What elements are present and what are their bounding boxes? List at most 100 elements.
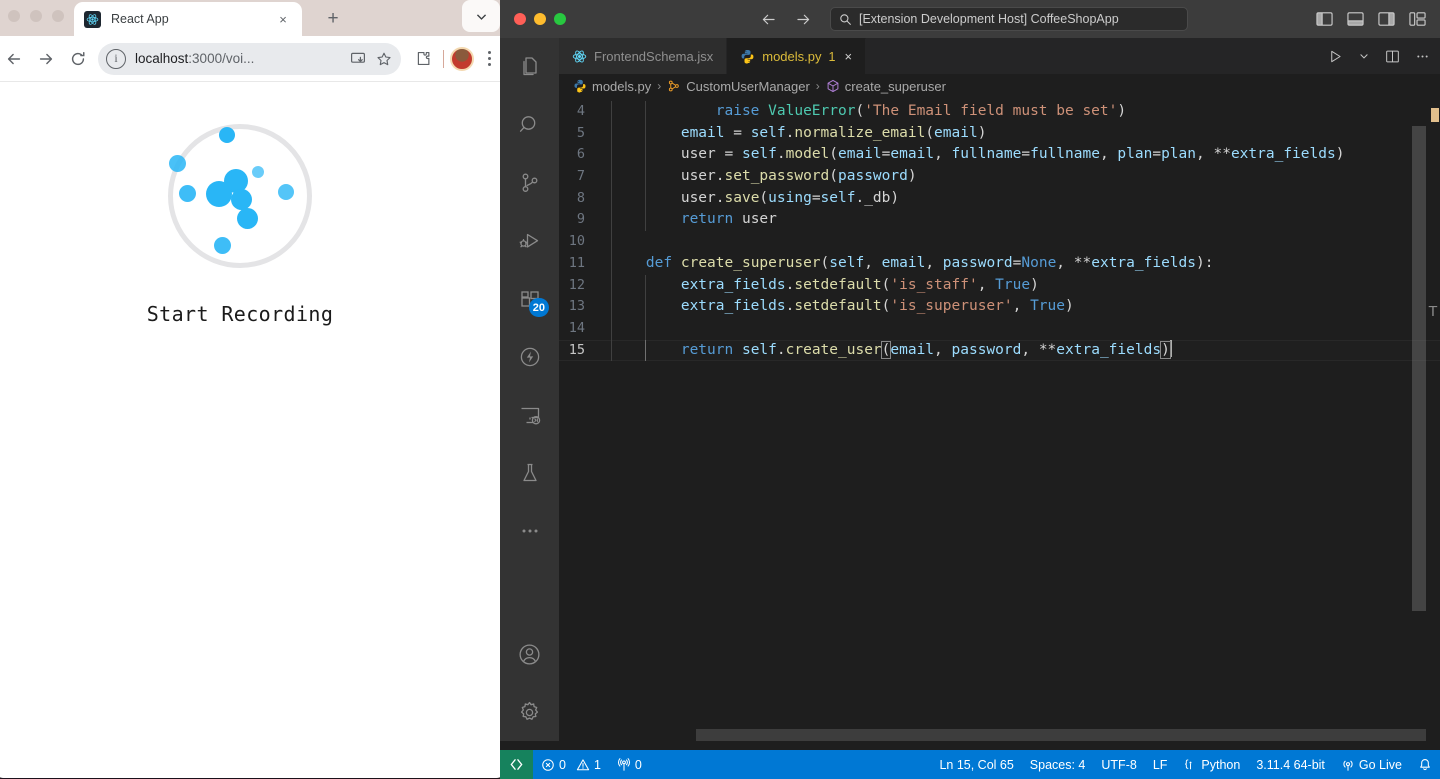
status-notifications[interactable] — [1410, 750, 1440, 779]
code-line[interactable]: 13 extra_fields.setdefault('is_superuser… — [559, 296, 1440, 318]
code-token: ValueError — [768, 103, 856, 119]
close-icon[interactable]: × — [274, 10, 292, 28]
account-icon — [517, 642, 542, 667]
sidebar-item-search[interactable] — [500, 96, 559, 154]
code-token: self — [820, 189, 856, 206]
command-center-search[interactable]: [Extension Development Host] CoffeeShopA… — [830, 7, 1188, 31]
back-icon[interactable] — [0, 43, 30, 75]
browser-minimize-button[interactable] — [30, 10, 42, 22]
code-line[interactable]: 9 return user — [559, 209, 1440, 232]
editor-viewport[interactable]: 4 raise ValueError('The Email field must… — [559, 98, 1440, 741]
code-line-text: def create_superuser(self, email, passwo… — [611, 252, 1440, 275]
install-app-icon[interactable] — [345, 46, 371, 72]
code-token: self — [741, 146, 777, 163]
avatar[interactable] — [450, 46, 474, 71]
breadcrumb-item[interactable]: models.py — [573, 79, 651, 94]
status-language-mode[interactable]: Python — [1175, 750, 1248, 779]
warning-marker[interactable] — [1431, 108, 1439, 122]
toggle-secondary-sidebar-icon[interactable] — [1378, 11, 1395, 27]
vscode-minimize-button[interactable] — [534, 13, 546, 25]
sidebar-item-accounts[interactable] — [500, 625, 559, 683]
split-editor-icon[interactable] — [1385, 49, 1400, 64]
code-line[interactable]: 10 — [559, 231, 1440, 253]
star-icon[interactable] — [371, 46, 397, 72]
code-token: . — [715, 168, 725, 185]
horizontal-scrollbar[interactable] — [696, 729, 1426, 741]
toggle-primary-sidebar-icon[interactable] — [1316, 11, 1333, 27]
browser-tab-react-app[interactable]: React App × — [74, 2, 302, 36]
toggle-panel-icon[interactable] — [1347, 11, 1364, 27]
code-token: . — [715, 189, 725, 206]
browser-maximize-button[interactable] — [52, 10, 64, 22]
sidebar-item-extensions[interactable]: 20 — [500, 270, 559, 328]
code-token: ) — [1117, 103, 1127, 119]
code-token: True — [1030, 298, 1065, 315]
arrow-right-icon[interactable] — [795, 11, 812, 28]
forward-icon[interactable] — [30, 43, 62, 75]
reload-icon[interactable] — [62, 43, 94, 75]
editor-tab[interactable]: models.py 1 × — [727, 38, 867, 74]
sidebar-item-more-views[interactable] — [500, 502, 559, 560]
new-tab-button[interactable]: + — [320, 6, 346, 32]
sidebar-item-source-control[interactable] — [500, 154, 559, 212]
sidebar-item-run-and-debug[interactable] — [500, 212, 559, 270]
code-line[interactable]: 8 user.save(using=self._db) — [559, 187, 1440, 210]
language-label: Python — [1201, 757, 1241, 772]
tab-search-button[interactable] — [462, 0, 500, 32]
code-line[interactable]: 11 def create_superuser(self, email, pas… — [559, 252, 1440, 275]
status-ports[interactable]: 0 — [609, 750, 650, 779]
kebab-menu-icon[interactable] — [476, 44, 502, 74]
vscode-window-controls[interactable] — [514, 13, 566, 25]
sidebar-item-remote-explorer[interactable] — [500, 386, 559, 444]
status-go-live[interactable]: Go Live — [1333, 750, 1410, 779]
browser-window-controls[interactable] — [8, 10, 64, 22]
class-icon — [667, 79, 681, 93]
sidebar-item-thunder-client[interactable] — [500, 328, 559, 386]
vertical-scrollbar[interactable] — [1412, 126, 1426, 611]
code-line[interactable]: 4 raise ValueError('The Email field must… — [559, 101, 1440, 123]
status-indentation[interactable]: Spaces: 4 — [1022, 750, 1094, 779]
activity-bar: 20 — [500, 38, 559, 741]
extensions-puzzle-icon[interactable] — [407, 43, 439, 75]
address-bar[interactable]: i localhost:3000/voi... — [98, 42, 401, 75]
code-line[interactable]: 12 extra_fields.setdefault('is_staff', T… — [559, 274, 1440, 297]
ports-count: 0 — [634, 757, 642, 772]
sidebar-item-manage[interactable] — [500, 683, 559, 741]
code-line[interactable]: 7 user.set_password(password) — [559, 166, 1440, 188]
line-number: 7 — [576, 168, 585, 185]
code-line[interactable]: 14 — [559, 317, 1440, 340]
status-cursor-position[interactable]: Ln 15, Col 65 — [931, 750, 1021, 779]
breadcrumb-item[interactable]: CustomUserManager — [667, 79, 810, 94]
vscode-maximize-button[interactable] — [554, 13, 566, 25]
breadcrumb-item[interactable]: create_superuser — [826, 79, 946, 94]
status-interpreter[interactable]: 3.11.4 64-bit — [1248, 750, 1333, 779]
run-icon[interactable] — [1328, 49, 1343, 64]
code-token: = — [715, 146, 742, 163]
info-icon[interactable]: i — [106, 48, 126, 69]
code-token: , — [977, 276, 996, 293]
close-icon[interactable]: × — [844, 49, 852, 64]
code-line[interactable]: 6 user = self.model(email=email, fullnam… — [559, 144, 1440, 167]
vscode-title-bar: [Extension Development Host] CoffeeShopA… — [500, 0, 1440, 38]
code-line[interactable]: 15 return self.create_user(email, passwo… — [559, 339, 1440, 362]
browser-close-button[interactable] — [8, 10, 20, 22]
vscode-close-button[interactable] — [514, 13, 526, 25]
customize-layout-icon[interactable] — [1409, 11, 1426, 27]
code-token: 'The Email field must be set' — [864, 103, 1118, 119]
status-eol[interactable]: LF — [1145, 750, 1176, 779]
sidebar-item-explorer[interactable] — [500, 38, 559, 96]
arrow-left-icon[interactable] — [760, 11, 777, 28]
status-remote-indicator[interactable] — [500, 750, 533, 779]
status-encoding[interactable]: UTF-8 — [1093, 750, 1144, 779]
more-actions-icon[interactable] — [1415, 49, 1430, 64]
code-token: ( — [829, 168, 838, 185]
code-content[interactable]: 4 raise ValueError('The Email field must… — [559, 98, 1440, 741]
status-problems[interactable]: 0 1 — [533, 750, 609, 779]
code-token: def — [645, 254, 673, 271]
code-line[interactable]: 5 email = self.normalize_email(email) — [559, 122, 1440, 145]
sidebar-item-testing[interactable] — [500, 444, 559, 502]
start-recording-control[interactable]: Start Recording — [0, 124, 490, 326]
overview-ruler[interactable]: T — [1426, 98, 1440, 741]
chevron-down-icon[interactable] — [1358, 50, 1370, 62]
editor-tab[interactable]: FrontendSchema.jsx — [559, 38, 728, 74]
